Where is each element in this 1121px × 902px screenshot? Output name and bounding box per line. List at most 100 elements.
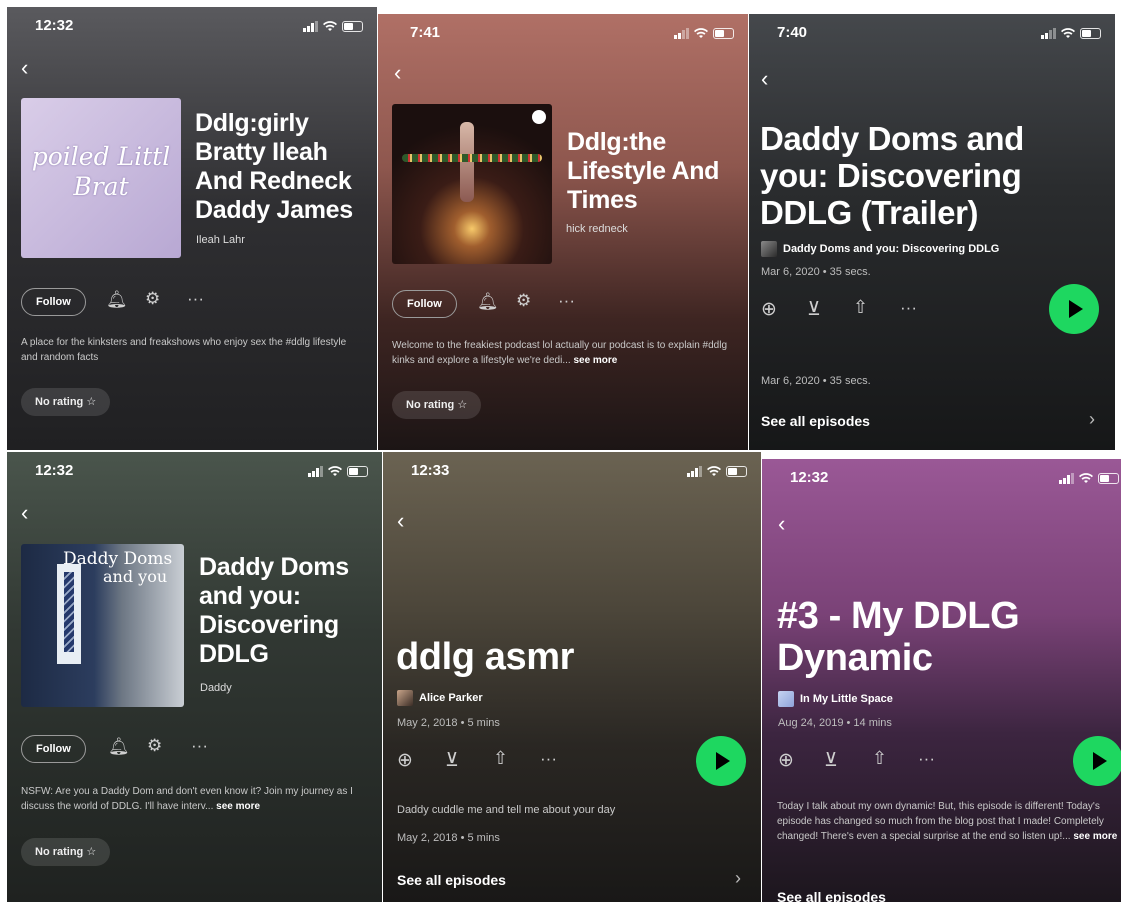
panel-episode-my-ddlg-dynamic: 12:32 ‹ #3 - My DDLG Dynamic In My Littl… [762,459,1121,902]
episode-meta: May 2, 2018 • 5 mins [397,717,500,729]
status-bar: 12:32 [7,7,377,43]
bell-icon[interactable]: 🔔︎ [106,290,128,310]
gear-icon[interactable]: ⚙ [516,291,531,311]
download-icon[interactable]: ⊻ [807,298,821,321]
plus-circle-icon[interactable]: ⊕ [397,749,413,772]
share-icon[interactable]: ⇧ [872,748,887,769]
see-more-link[interactable]: see more [216,801,260,812]
show-author[interactable]: Daddy [200,682,232,694]
see-all-episodes-link[interactable]: See all episodes [761,413,870,429]
gear-icon[interactable]: ⚙ [145,289,160,309]
system-icons [303,19,363,33]
show-description: NSFW: Are you a Daddy Dom and don't even… [21,784,376,814]
more-dots-icon[interactable]: ··· [191,736,208,756]
more-dots-icon[interactable]: ··· [918,749,935,769]
signal-icon [308,465,323,477]
more-dots-icon[interactable]: ··· [558,291,575,311]
episode-show-link[interactable]: Daddy Doms and you: Discovering DDLG [761,241,999,257]
share-icon[interactable]: ⇧ [853,297,868,318]
show-description: Welcome to the freakiest podcast lol act… [392,338,737,368]
download-icon[interactable]: ⊻ [824,749,838,772]
show-description: A place for the kinksters and freakshows… [21,337,347,363]
show-thumbnail [397,690,413,706]
system-icons [308,464,368,478]
cover-figure [460,122,474,202]
signal-icon [1041,27,1056,39]
battery-icon [347,465,368,477]
rating-button[interactable]: No rating ☆ [21,388,111,416]
play-button[interactable] [1073,736,1121,786]
status-bar: 7:41 [378,14,748,50]
cover-garland [402,154,542,162]
battery-icon [342,20,363,32]
show-author[interactable]: Ileah Lahr [196,234,245,246]
follow-button[interactable]: Follow [392,290,457,318]
episode-meta-secondary: May 2, 2018 • 5 mins [397,832,500,844]
play-button[interactable] [696,736,746,786]
show-author[interactable]: hick redneck [566,223,628,235]
signal-icon [674,27,689,39]
show-thumbnail [761,241,777,257]
episode-meta: Mar 6, 2020 • 35 secs. [761,266,871,278]
system-icons [674,26,734,40]
back-chevron-icon[interactable]: ‹ [778,511,785,537]
status-bar: 7:40 [749,14,1115,50]
cover-tie [64,572,74,652]
star-icon: ☆ [457,399,468,411]
see-all-episodes-link[interactable]: See all episodes [397,872,506,888]
episode-description: Daddy cuddle me and tell me about your d… [397,804,616,816]
show-title: Ddlg:the Lifestyle And Times [567,128,720,214]
rating-label: No rating [406,399,455,411]
episode-title: #3 - My DDLG Dynamic [777,595,1020,679]
show-title: Daddy Doms and you: Discovering DDLG [199,553,349,668]
battery-icon [713,27,734,39]
rating-button[interactable]: No rating ☆ [21,838,111,866]
follow-button[interactable]: Follow [21,735,86,763]
back-chevron-icon[interactable]: ‹ [397,508,404,534]
wifi-icon [1061,27,1075,38]
status-bar: 12:32 [762,459,1121,495]
rating-label: No rating [35,846,84,858]
description-text: Today I talk about my own dynamic! But, … [777,801,1104,842]
status-time: 12:32 [790,469,829,486]
see-all-episodes-link[interactable]: See all episodes [777,889,886,902]
chevron-right-icon[interactable]: › [1089,409,1095,430]
episode-show-name: In My Little Space [800,693,893,705]
status-time: 7:41 [410,24,441,41]
panel-show-girly-bratty: 12:32 ‹ poiled Littl Brat Ddlg:girly Bra… [7,7,377,450]
share-icon[interactable]: ⇧ [493,748,508,769]
back-chevron-icon[interactable]: ‹ [394,60,401,86]
bell-icon[interactable]: 🔔︎ [477,292,499,312]
see-more-link[interactable]: see more [573,355,617,366]
system-icons [687,464,747,478]
more-dots-icon[interactable]: ··· [900,298,917,318]
status-time: 12:33 [411,462,450,479]
panel-show-lifestyle-times: 7:41 ‹ Ddlg:the Lifestyle And Times hick… [378,14,748,450]
status-bar: 12:33 [383,452,761,488]
back-chevron-icon[interactable]: ‹ [21,55,28,81]
chevron-right-icon[interactable]: › [735,868,741,889]
more-dots-icon[interactable]: ··· [540,749,557,769]
plus-circle-icon[interactable]: ⊕ [761,298,777,321]
plus-circle-icon[interactable]: ⊕ [778,749,794,772]
gear-icon[interactable]: ⚙ [147,736,162,756]
speaker-icon [532,110,546,124]
episode-show-link[interactable]: In My Little Space [778,691,893,707]
follow-button[interactable]: Follow [21,288,86,316]
episode-show-link[interactable]: Alice Parker [397,690,483,706]
show-title: Ddlg:girly Bratty Ileah And Redneck Dadd… [195,109,353,224]
download-icon[interactable]: ⊻ [445,749,459,772]
description-text: NSFW: Are you a Daddy Dom and don't even… [21,786,353,812]
episode-description: Today I talk about my own dynamic! But, … [777,799,1121,844]
back-chevron-icon[interactable]: ‹ [21,500,28,526]
more-dots-icon[interactable]: ··· [187,289,204,309]
signal-icon [687,465,702,477]
play-button[interactable] [1049,284,1099,334]
panel-episode-ddlg-asmr: 12:33 ‹ ddlg asmr Alice Parker May 2, 20… [383,452,761,902]
system-icons [1059,471,1119,485]
see-more-link[interactable]: see more [1073,831,1117,842]
bell-icon[interactable]: 🔔︎ [108,737,130,757]
back-chevron-icon[interactable]: ‹ [761,66,768,92]
battery-icon [1080,27,1101,39]
rating-button[interactable]: No rating ☆ [392,391,482,419]
